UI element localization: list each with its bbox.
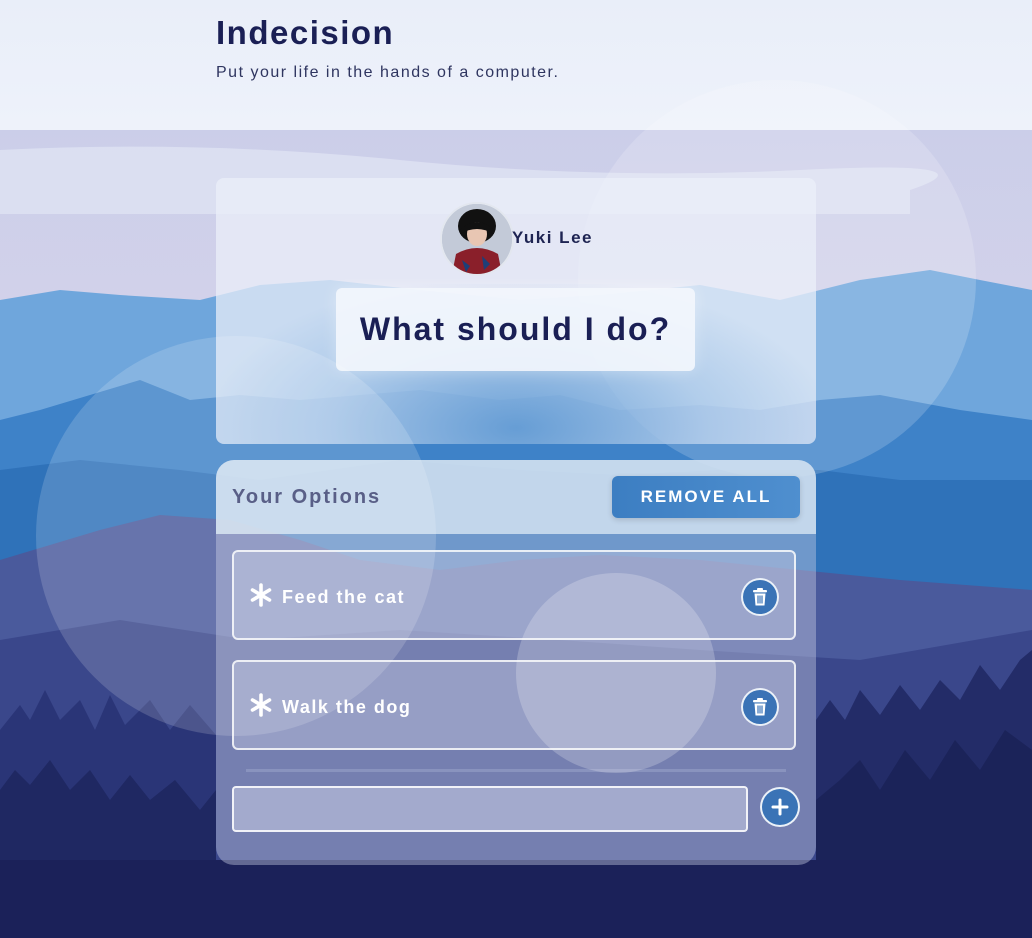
avatar-photo — [442, 204, 512, 274]
add-option-input[interactable] — [232, 786, 748, 832]
trash-icon — [753, 588, 767, 606]
divider — [246, 769, 786, 772]
delete-option-button[interactable] — [741, 578, 779, 616]
trash-icon — [753, 698, 767, 716]
decorative-bubble-left — [36, 336, 436, 736]
avatar — [440, 202, 514, 276]
user-name: Yuki Lee — [512, 228, 593, 247]
delete-option-button[interactable] — [741, 688, 779, 726]
what-should-i-do-button[interactable]: What should I do? — [336, 288, 695, 371]
remove-all-button[interactable]: REMOVE ALL — [612, 476, 800, 518]
decorative-bubble-center — [516, 573, 716, 773]
plus-icon — [771, 798, 789, 816]
app-title: Indecision — [216, 14, 395, 51]
app-subtitle: Put your life in the hands of a computer… — [216, 64, 560, 81]
add-option-button[interactable] — [760, 787, 800, 827]
